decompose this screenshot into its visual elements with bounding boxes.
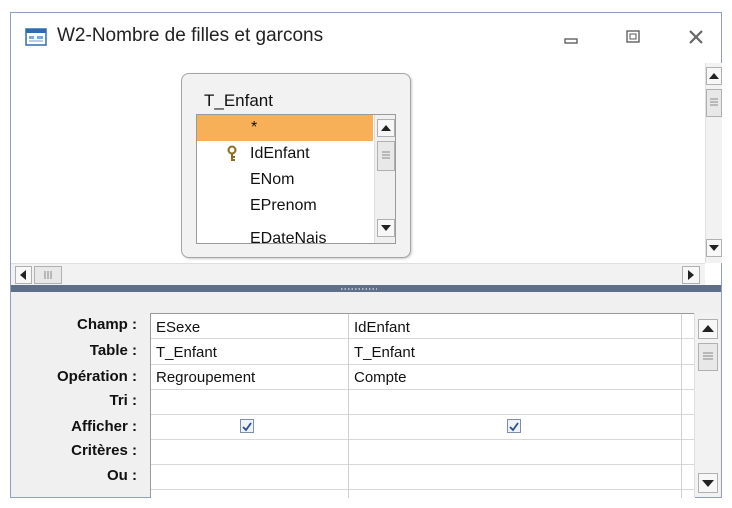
scroll-thumb[interactable] — [698, 343, 718, 371]
arrow-down-icon — [702, 480, 714, 487]
grip-icon — [703, 352, 713, 360]
restore-button[interactable] — [618, 25, 648, 49]
scroll-left-button[interactable] — [15, 266, 32, 284]
show-checkbox-1[interactable] — [240, 419, 254, 433]
field-item-eprenom[interactable]: EPrenom — [197, 193, 373, 219]
grid-row-divider — [151, 389, 695, 390]
row-label-champ: Champ : — [77, 316, 137, 333]
cell-champ-1[interactable]: ESexe — [156, 319, 200, 336]
scroll-thumb[interactable] — [377, 141, 395, 171]
row-label-tri: Tri : — [109, 392, 137, 409]
scroll-up-button[interactable] — [706, 67, 722, 85]
row-label-criteres: Critères : — [71, 442, 137, 459]
field-label: * — [251, 119, 258, 136]
scroll-thumb[interactable] — [706, 89, 722, 117]
grid-row-divider — [151, 489, 695, 490]
primary-key-icon — [227, 145, 237, 161]
arrow-right-icon — [688, 270, 694, 280]
title-bar[interactable]: W2-Nombre de filles et garcons — [11, 13, 721, 63]
cell-operation-2[interactable]: Compte — [354, 369, 407, 386]
row-label-afficher: Afficher : — [71, 418, 137, 435]
arrow-down-icon — [709, 245, 719, 251]
arrow-down-icon — [381, 225, 391, 231]
grid-vertical-scrollbar[interactable] — [694, 313, 720, 497]
field-list[interactable]: * IdEnfant ENom EPrenom EDateNais — [196, 114, 396, 244]
scroll-down-button[interactable] — [377, 219, 395, 237]
field-item-all[interactable]: * — [197, 115, 373, 141]
scroll-thumb[interactable] — [34, 266, 62, 284]
query-design-grid[interactable]: ESexe T_Enfant Regroupement IdEnfant T_E… — [150, 313, 695, 498]
minimize-icon — [564, 38, 578, 44]
arrow-up-icon — [381, 125, 391, 131]
table-name: T_Enfant — [204, 91, 273, 110]
grid-row-divider — [151, 338, 695, 339]
grid-column-divider — [348, 314, 349, 498]
splitter-grip-icon — [341, 288, 377, 290]
show-checkbox-2[interactable] — [507, 419, 521, 433]
field-item-edatenais[interactable]: EDateNais — [197, 219, 373, 244]
grid-row-divider — [151, 364, 695, 365]
close-button[interactable] — [681, 25, 711, 49]
query-icon — [25, 28, 47, 46]
arrow-up-icon — [702, 325, 714, 332]
grid-column-divider — [681, 314, 682, 498]
table-field-list[interactable]: T_Enfant * IdEnfant ENom EPrenom EDateNa… — [181, 73, 411, 258]
scroll-right-button[interactable] — [682, 266, 700, 284]
grid-row-divider — [151, 464, 695, 465]
field-label: EPrenom — [250, 197, 317, 214]
arrow-up-icon — [709, 73, 719, 79]
row-label-operation: Opération : — [56, 368, 137, 385]
checkmark-icon — [242, 422, 252, 432]
scroll-up-button[interactable] — [698, 319, 718, 339]
field-label: IdEnfant — [250, 145, 310, 162]
restore-icon — [626, 30, 640, 43]
scroll-up-button[interactable] — [377, 119, 395, 137]
field-list-scrollbar[interactable] — [374, 115, 395, 243]
cell-table-1[interactable]: T_Enfant — [156, 344, 217, 361]
cell-champ-2[interactable]: IdEnfant — [354, 319, 410, 336]
scroll-down-button[interactable] — [698, 473, 718, 493]
grip-icon — [382, 151, 390, 159]
row-label-ou: Ou : — [107, 467, 137, 484]
cell-table-2[interactable]: T_Enfant — [354, 344, 415, 361]
pane-splitter[interactable] — [11, 285, 721, 292]
grid-row-divider — [151, 414, 695, 415]
close-icon — [689, 30, 703, 44]
design-area-vertical-scrollbar[interactable] — [705, 63, 722, 263]
table-design-area[interactable]: T_Enfant * IdEnfant ENom EPrenom EDateNa… — [11, 63, 705, 263]
scroll-down-button[interactable] — [706, 239, 722, 257]
query-window: W2-Nombre de filles et garcons T_Enfant … — [10, 12, 722, 498]
field-label: ENom — [250, 171, 295, 188]
cell-operation-1[interactable]: Regroupement — [156, 369, 255, 386]
checkmark-icon — [509, 422, 519, 432]
row-label-table: Table : — [89, 342, 137, 359]
design-area-horizontal-scrollbar[interactable] — [11, 263, 705, 286]
grip-icon — [44, 271, 52, 279]
field-item-enom[interactable]: ENom — [197, 167, 373, 193]
field-item-idenfant[interactable]: IdEnfant — [197, 141, 373, 167]
window-title: W2-Nombre de filles et garcons — [57, 25, 324, 46]
arrow-left-icon — [20, 270, 26, 280]
field-label: EDateNais — [250, 230, 327, 244]
minimize-button[interactable] — [556, 25, 586, 49]
grip-icon — [710, 98, 718, 106]
query-design-grid-pane: Champ : Table : Opération : Tri : Affich… — [11, 292, 721, 498]
grid-row-divider — [151, 439, 695, 440]
